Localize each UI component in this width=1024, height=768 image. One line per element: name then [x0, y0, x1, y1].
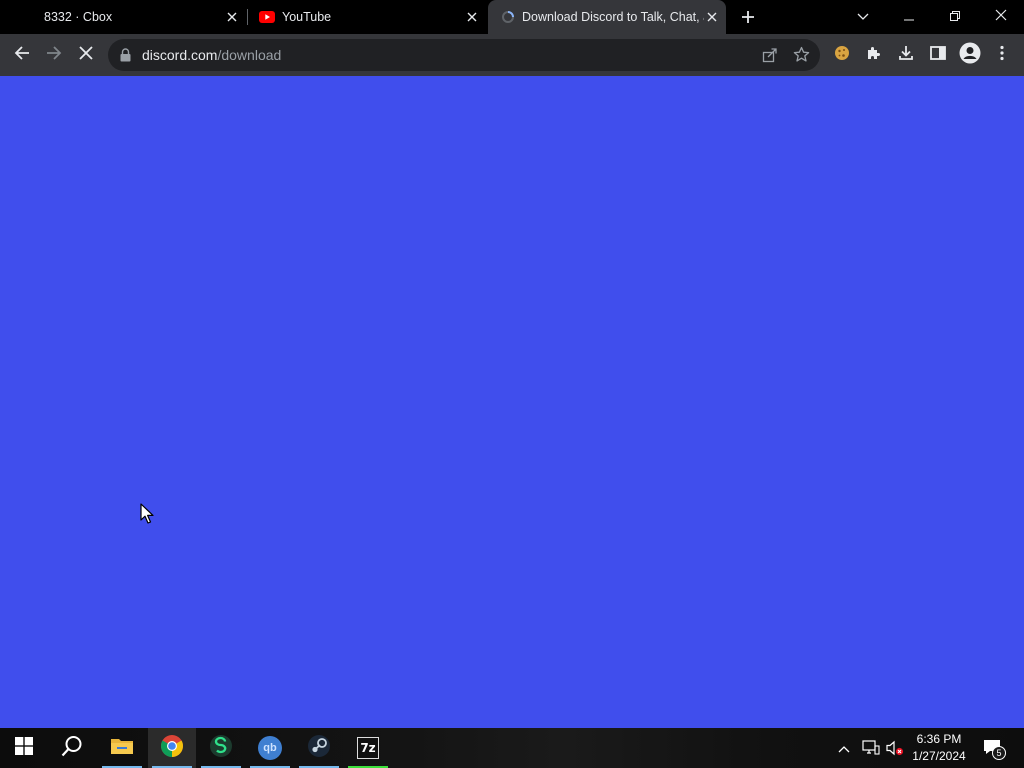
share-icon[interactable] [762, 47, 778, 68]
taskbar-file-explorer[interactable] [98, 728, 146, 768]
url-host: discord.com [142, 47, 218, 63]
profile-button[interactable] [954, 39, 986, 71]
tab-cbox[interactable]: 8332 · Cbox [8, 0, 246, 34]
file-explorer-icon [110, 736, 134, 761]
menu-button[interactable] [986, 39, 1018, 71]
qbittorrent-icon: qb [258, 736, 282, 760]
app-s-icon [209, 734, 233, 763]
restore-icon [950, 8, 960, 26]
taskbar: qb 7z 6:36 PM 1/27/2024 5 [0, 728, 1024, 768]
lock-icon[interactable] [120, 48, 131, 67]
new-tab-button[interactable] [730, 0, 766, 34]
tab-title: YouTube [282, 10, 332, 24]
taskbar-app-s[interactable] [197, 728, 245, 768]
minimize-icon [904, 8, 914, 26]
close-icon[interactable] [704, 9, 720, 25]
search-icon [61, 735, 83, 762]
bookmark-star-icon[interactable] [793, 46, 810, 68]
search-button[interactable] [48, 728, 96, 768]
close-icon[interactable] [464, 9, 480, 25]
address-bar[interactable]: discord.com/download [108, 39, 820, 71]
browser-toolbar: discord.com/download [0, 34, 1024, 76]
back-button[interactable] [6, 39, 38, 71]
clock-date: 1/27/2024 [912, 749, 966, 763]
taskbar-steam[interactable] [295, 728, 343, 768]
stop-loading-button[interactable] [70, 39, 102, 71]
extensions-button[interactable] [858, 39, 890, 71]
close-icon [79, 45, 93, 65]
tab-search-button[interactable] [840, 0, 886, 34]
tab-discord-download[interactable]: Download Discord to Talk, Chat, and Hang… [488, 0, 726, 34]
screen: 8332 · Cbox YouTube Download Discord to … [0, 0, 1024, 768]
windows-start-icon [15, 736, 33, 760]
url-text: discord.com/download [142, 47, 281, 63]
side-panel-button[interactable] [922, 39, 954, 71]
minimize-button[interactable] [886, 0, 932, 34]
clock-time: 6:36 PM [916, 732, 962, 746]
chrome-icon [160, 734, 184, 763]
taskbar-chrome[interactable] [148, 728, 196, 768]
steam-icon [307, 734, 331, 763]
tab-title: Download Discord to Talk, Chat, and Hang… [522, 10, 704, 24]
volume-button[interactable] [886, 740, 904, 761]
page-content[interactable] [0, 76, 1024, 728]
restore-button[interactable] [932, 0, 978, 34]
notification-count-badge: 5 [992, 746, 1006, 760]
cookie-icon [834, 45, 850, 66]
chevron-down-icon [857, 8, 869, 26]
loading-icon [500, 9, 516, 25]
chevron-up-icon [838, 740, 850, 757]
forward-button[interactable] [38, 39, 70, 71]
volume-muted-icon [886, 740, 904, 760]
tab-strip: 8332 · Cbox YouTube Download Discord to … [0, 0, 1024, 34]
start-button[interactable] [0, 728, 48, 768]
back-arrow-icon [14, 45, 30, 66]
network-button[interactable] [862, 740, 880, 761]
taskbar-7zip[interactable]: 7z [344, 728, 392, 768]
network-icon [862, 740, 880, 760]
cookie-extension-button[interactable] [826, 39, 858, 71]
downloads-button[interactable] [890, 39, 922, 71]
puzzle-icon [866, 45, 882, 66]
forward-arrow-icon [46, 45, 62, 66]
close-window-button[interactable] [978, 0, 1024, 34]
qbittorrent-label: qb [263, 742, 277, 754]
clock[interactable]: 6:36 PM 1/27/2024 [904, 731, 974, 765]
tab-youtube[interactable]: YouTube [252, 0, 486, 34]
show-hidden-icons-button[interactable] [838, 740, 850, 758]
taskbar-qbittorrent[interactable]: qb [246, 728, 294, 768]
side-panel-icon [930, 45, 946, 65]
kebab-menu-icon [1000, 45, 1004, 66]
7zip-label: 7z [360, 741, 376, 755]
mouse-cursor-icon [140, 503, 154, 530]
close-icon [995, 8, 1007, 26]
7zip-icon: 7z [357, 737, 379, 759]
url-path: /download [217, 47, 282, 63]
close-icon[interactable] [224, 9, 240, 25]
youtube-icon [258, 8, 276, 26]
download-icon [898, 45, 914, 66]
avatar [959, 42, 981, 69]
tab-title: 8332 · Cbox [44, 10, 113, 24]
action-center-button[interactable]: 5 [980, 736, 1010, 762]
